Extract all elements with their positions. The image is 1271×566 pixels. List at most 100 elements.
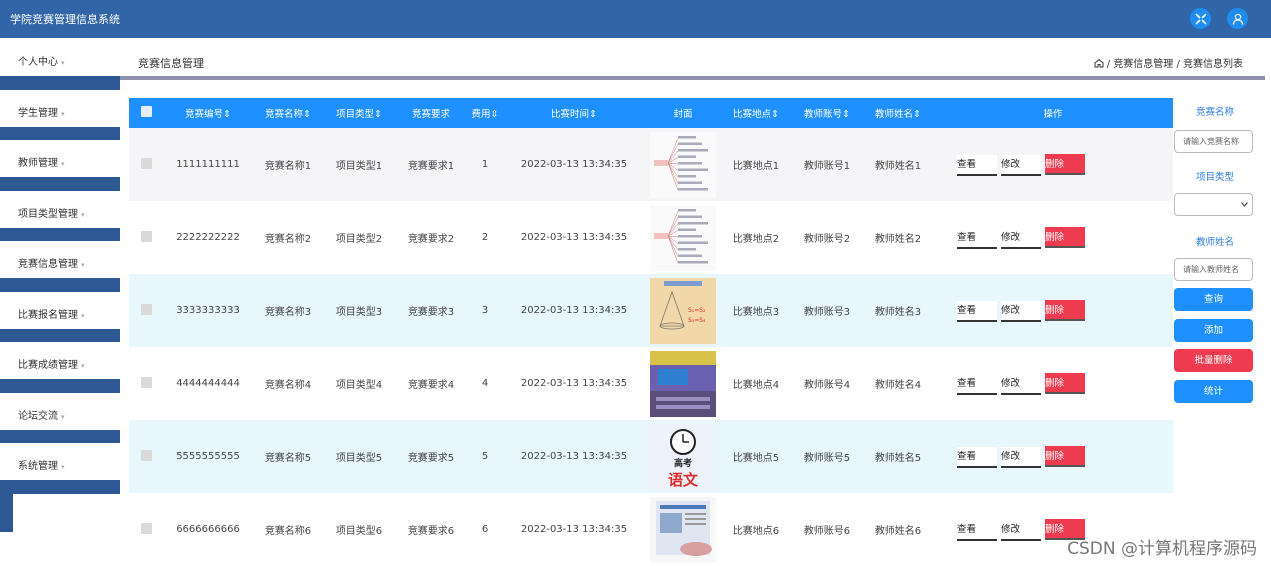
delete-button[interactable]: 删除 [1045, 299, 1085, 321]
home-icon[interactable] [1094, 58, 1104, 68]
cell-id: 1111111111 [176, 159, 240, 170]
header-type[interactable]: 项目类型⇕ [323, 98, 395, 128]
cover-image[interactable] [650, 131, 716, 198]
header-teacher-account[interactable]: 教师账号⇕ [791, 98, 863, 128]
row-checkbox[interactable] [140, 449, 152, 461]
table-row[interactable]: 2222222222 竞赛名称2 项目类型2 竞赛要求2 2 2022-03-13 13:… [129, 201, 1173, 274]
delete-button[interactable]: 删除 [1045, 153, 1085, 175]
cell-time: 2022-03-13 13:34:35 [520, 451, 628, 462]
sidebar-item[interactable]: 教师管理 ▾ [0, 140, 120, 177]
teacher-name-input[interactable]: 请输入教师姓名 [1174, 258, 1253, 281]
edit-button[interactable]: 修改 [1001, 300, 1041, 322]
edit-button[interactable]: 修改 [1001, 373, 1041, 395]
header-name[interactable]: 竞赛名称⇕ [253, 98, 323, 128]
chevron-down-icon: ▾ [81, 311, 85, 320]
edit-button[interactable]: 修改 [1001, 446, 1041, 468]
cell-id: 4444444444 [176, 378, 240, 389]
cell-cover [645, 201, 721, 274]
delete-button[interactable]: 删除 [1045, 445, 1085, 467]
cell-teacher-account: 教师账号6 [803, 526, 851, 537]
sidebar-item[interactable]: 比赛报名管理 ▾ [0, 291, 120, 329]
header-teacher-name[interactable]: 教师姓名⇕ [863, 98, 933, 128]
cell-requirement: 竞赛要求2 [407, 234, 455, 245]
cell-type: 项目类型3 [335, 307, 383, 318]
view-button[interactable]: 查看 [957, 519, 997, 541]
cover-image[interactable]: S₁=S₂ S₃=S₄ [650, 277, 716, 344]
header-actions: 操作 [1043, 109, 1063, 120]
row-checkbox[interactable] [140, 303, 152, 315]
row-checkbox-cell [129, 347, 163, 420]
sidebar-item[interactable]: 个人中心 ▾ [0, 39, 120, 76]
cell-cover: 高考 语文 [645, 420, 721, 493]
cell-teacher-name: 教师姓名4 [874, 380, 922, 391]
row-checkbox[interactable] [140, 376, 152, 388]
view-button[interactable]: 查看 [957, 154, 997, 176]
sidebar-item[interactable]: 论坛交流 ▾ [0, 392, 120, 430]
cell-fee: 5 [481, 451, 489, 462]
row-checkbox-cell [129, 493, 163, 566]
fullscreen-icon[interactable] [1190, 8, 1211, 29]
select-all-checkbox[interactable] [140, 106, 152, 117]
cell-teacher-account: 教师账号3 [803, 307, 851, 318]
row-checkbox[interactable] [140, 522, 152, 534]
view-button[interactable]: 查看 [957, 227, 997, 249]
cell-requirement: 竞赛要求3 [407, 307, 455, 318]
stats-button[interactable]: 统计 [1174, 380, 1253, 403]
sidebar-item[interactable]: 项目类型管理 ▾ [0, 190, 120, 228]
cell-actions: 查看 修改 删除 [933, 420, 1173, 493]
cover-image[interactable]: 高考 语文 [650, 423, 716, 490]
user-avatar-icon[interactable] [1227, 8, 1248, 29]
header-id[interactable]: 竞赛编号⇕ [163, 98, 253, 128]
cover-image[interactable] [650, 350, 716, 417]
sidebar-item-label: 教师管理 [18, 158, 58, 169]
edit-button[interactable]: 修改 [1001, 519, 1041, 541]
add-button[interactable]: 添加 [1174, 319, 1253, 342]
type-label: 项目类型 [1195, 172, 1234, 183]
sidebar-item[interactable]: 比赛成绩管理 ▾ [0, 342, 120, 379]
row-checkbox-cell [129, 274, 163, 347]
row-checkbox[interactable] [140, 157, 152, 169]
header-time[interactable]: 比赛时间⇕ [503, 98, 645, 128]
breadcrumb: / 竞赛信息管理 / 竞赛信息列表 [1094, 55, 1243, 70]
view-button[interactable]: 查看 [957, 446, 997, 468]
edit-button[interactable]: 修改 [1001, 154, 1041, 176]
cell-requirement: 竞赛要求6 [407, 526, 455, 537]
svg-text:语文: 语文 [668, 471, 699, 489]
cell-time: 2022-03-13 13:34:35 [520, 159, 628, 170]
header-requirement: 竞赛要求 [411, 109, 450, 120]
cell-type: 项目类型5 [335, 453, 383, 464]
app-title: 学院竞赛管理信息系统 [10, 13, 120, 26]
cell-teacher-name: 教师姓名2 [874, 234, 922, 245]
table-row[interactable]: 4444444444 竞赛名称4 项目类型4 竞赛要求4 4 2022-03-13 13:… [129, 347, 1173, 420]
row-checkbox[interactable] [140, 230, 152, 242]
view-button[interactable]: 查看 [957, 300, 997, 322]
breadcrumb-path[interactable]: / 竞赛信息管理 / 竞赛信息列表 [1107, 55, 1243, 70]
table-row[interactable]: 6666666666 竞赛名称6 项目类型6 竞赛要求6 6 2022-03-13 13:… [129, 493, 1173, 566]
query-button[interactable]: 查询 [1174, 288, 1253, 311]
batch-delete-button[interactable]: 批量删除 [1174, 349, 1253, 372]
table-row[interactable]: 5555555555 竞赛名称5 项目类型5 竞赛要求5 5 2022-03-13 13:… [129, 420, 1173, 493]
cell-fee: 2 [481, 232, 489, 243]
delete-button[interactable]: 删除 [1045, 372, 1085, 394]
sidebar-divider [0, 278, 120, 292]
sidebar-divider [0, 379, 120, 393]
competition-name-input[interactable]: 请输入竞赛名称 [1174, 130, 1253, 153]
view-button[interactable]: 查看 [957, 373, 997, 395]
table-row[interactable]: 3333333333 竞赛名称3 项目类型3 竞赛要求3 3 2022-03-13 13:… [129, 274, 1173, 347]
cell-id: 6666666666 [176, 524, 240, 535]
edit-button[interactable]: 修改 [1001, 227, 1041, 249]
sidebar-item-label: 比赛报名管理 [18, 309, 78, 321]
sidebar-item[interactable]: 系统管理 ▾ [0, 443, 120, 480]
delete-button[interactable]: 删除 [1045, 226, 1085, 248]
table-row[interactable]: 1111111111 竞赛名称1 项目类型1 竞赛要求1 1 2022-03-13 13:… [129, 128, 1173, 201]
cover-image[interactable] [650, 496, 716, 563]
project-type-select[interactable] [1174, 193, 1253, 216]
sidebar-item[interactable]: 学生管理 ▾ [0, 89, 120, 127]
cell-fee: 6 [481, 524, 489, 535]
cell-fee: 1 [481, 159, 489, 170]
header-fee[interactable]: 费用⇕ [467, 98, 503, 128]
cover-image[interactable] [650, 204, 716, 271]
row-checkbox-cell [129, 201, 163, 274]
sidebar-item[interactable]: 竞赛信息管理 ▾ [0, 241, 120, 278]
header-place[interactable]: 比赛地点⇕ [721, 98, 791, 128]
